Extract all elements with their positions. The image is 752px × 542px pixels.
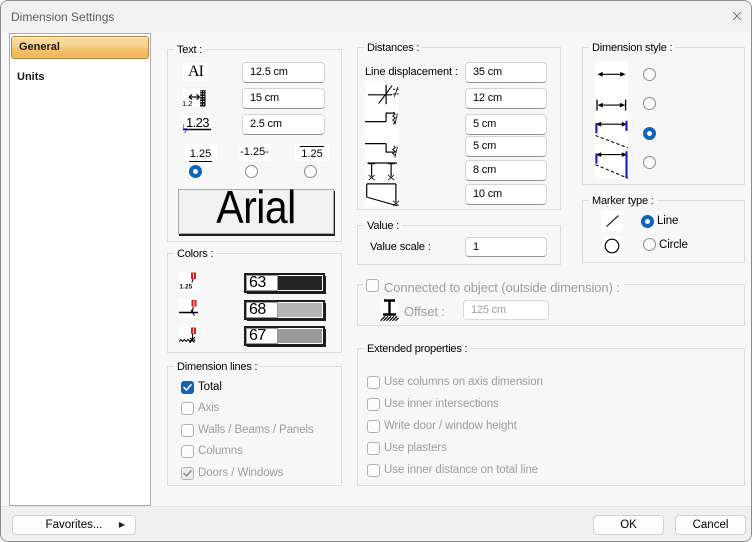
svg-text:1.2: 1.2 [183, 99, 192, 107]
svg-text:1.25: 1.25 [180, 285, 193, 291]
svg-text:1.23: 1.23 [186, 115, 209, 130]
